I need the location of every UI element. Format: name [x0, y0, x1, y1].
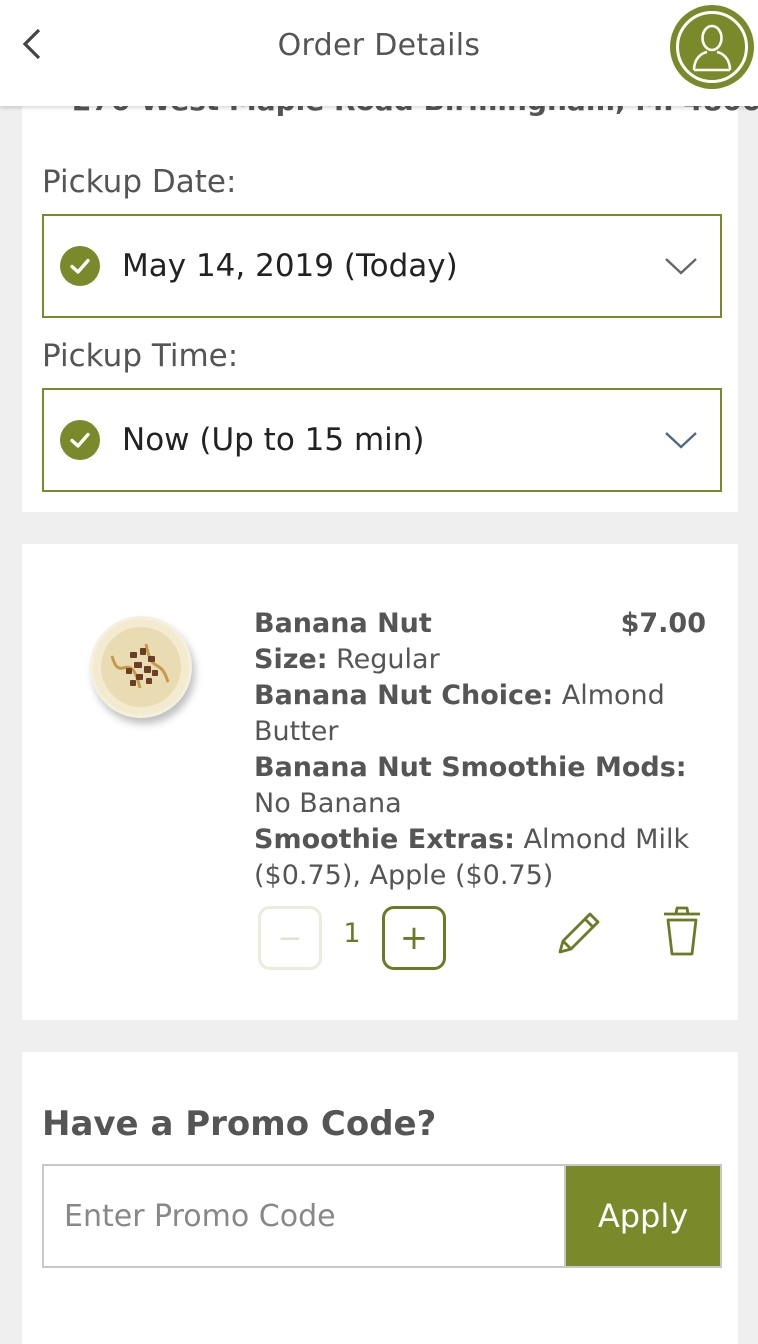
cart-item-card: $7.00 Banana Nut Size: Regular Banana Nu…	[22, 544, 738, 1020]
pickup-time-select[interactable]: Now (Up to 15 min)	[42, 388, 722, 492]
promo-card: Have a Promo Code? Apply	[22, 1052, 738, 1344]
quantity-stepper: − 1 +	[258, 906, 718, 970]
item-mods-value: No Banana	[254, 788, 402, 819]
promo-title: Have a Promo Code?	[42, 1104, 437, 1144]
apply-promo-button[interactable]: Apply	[564, 1164, 722, 1268]
item-choice: Banana Nut Choice: Almond Butter	[254, 678, 706, 750]
item-image	[90, 616, 192, 718]
minus-icon: −	[277, 920, 303, 956]
item-choice-label: Banana Nut Choice:	[254, 680, 554, 711]
item-name: Banana Nut	[254, 608, 432, 639]
promo-code-input[interactable]	[42, 1164, 566, 1268]
quantity-value: 1	[343, 918, 361, 949]
item-size-value: Regular	[336, 644, 440, 675]
item-mods: Banana Nut Smoothie Mods: No Banana	[254, 750, 706, 822]
pickup-time-value: Now (Up to 15 min)	[122, 422, 425, 458]
chevron-down-icon	[664, 256, 698, 276]
pickup-card: 270 West Maple Road Birmingham, MI 48009…	[22, 60, 758, 512]
check-icon	[60, 420, 100, 460]
pickup-time-label: Pickup Time:	[42, 338, 239, 374]
order-details-page: 270 West Maple Road Birmingham, MI 48009…	[0, 0, 758, 1344]
item-extras: Smoothie Extras: Almond Milk ($0.75), Ap…	[254, 822, 706, 894]
pickup-date-value: May 14, 2019 (Today)	[122, 248, 458, 284]
edit-item-button[interactable]	[554, 906, 606, 962]
page-title: Order Details	[277, 28, 481, 63]
check-icon	[60, 246, 100, 286]
profile-button[interactable]	[670, 5, 754, 89]
trash-icon	[660, 906, 704, 962]
item-mods-label: Banana Nut Smoothie Mods:	[254, 752, 687, 783]
item-extras-label: Smoothie Extras:	[254, 824, 515, 855]
pickup-date-select[interactable]: May 14, 2019 (Today)	[42, 214, 722, 318]
pickup-date-label: Pickup Date:	[42, 164, 237, 200]
item-size: Size: Regular	[254, 642, 706, 678]
chevron-down-icon	[664, 430, 698, 450]
item-size-label: Size:	[254, 644, 328, 675]
user-icon	[676, 11, 748, 83]
app-header: Order Details	[0, 0, 758, 106]
plus-icon: +	[399, 918, 429, 958]
delete-item-button[interactable]	[660, 904, 708, 964]
increase-quantity-button[interactable]: +	[382, 906, 446, 970]
decrease-quantity-button[interactable]: −	[258, 906, 322, 970]
pencil-icon	[554, 912, 606, 962]
item-details: Banana Nut Size: Regular Banana Nut Choi…	[254, 606, 706, 894]
